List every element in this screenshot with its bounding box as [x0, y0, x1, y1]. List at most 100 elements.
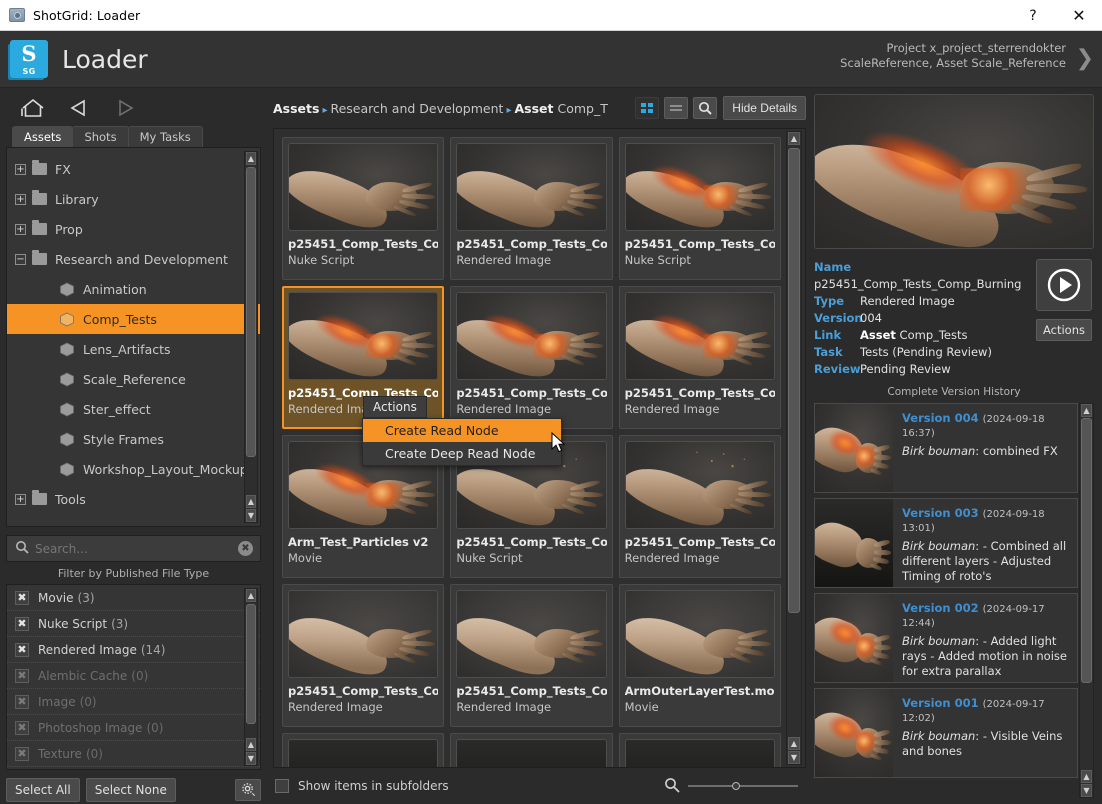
tab-shots[interactable]: Shots: [72, 126, 129, 147]
tree-expander-icon[interactable]: +: [15, 493, 26, 505]
help-button[interactable]: ?: [1010, 0, 1056, 31]
list-view-icon[interactable]: [664, 97, 689, 119]
context-chevron-right-icon[interactable]: ❯: [1076, 48, 1094, 70]
card-artwork: [625, 144, 774, 230]
detail-field-task: Task Tests (Pending Review): [814, 344, 1032, 361]
filter-checkbox[interactable]: ✖: [15, 642, 29, 657]
filter-scroll-down-icon[interactable]: ▼: [246, 752, 256, 765]
show-subfolders-checkbox[interactable]: [275, 779, 289, 793]
slider-track[interactable]: [688, 782, 798, 790]
gear-icon[interactable]: [235, 778, 261, 801]
filter-row[interactable]: ✖ Rendered Image (14): [7, 637, 260, 663]
filter-scroll-thumb[interactable]: [246, 604, 256, 724]
tree-expander-icon[interactable]: +: [15, 163, 26, 175]
filter-row[interactable]: ✖ Texture (0): [7, 741, 260, 767]
project-context-line1: Project x_project_sterrendokter: [886, 41, 1066, 55]
grid-card[interactable]: ArmOuterLayerTest.mo Movie: [618, 584, 781, 727]
filter-row[interactable]: ✖ Movie (3): [7, 585, 260, 611]
grid-card[interactable]: p25451_Comp_Tests_Con Rendered Image: [450, 286, 613, 429]
menu-item-create-read-node[interactable]: Create Read Node: [363, 419, 561, 442]
grid-search-icon[interactable]: [693, 97, 718, 119]
filter-checkbox[interactable]: ✖: [15, 720, 29, 735]
close-button[interactable]: ✕: [1056, 0, 1102, 31]
thumbnail-size-slider[interactable]: [664, 777, 812, 796]
version-history-item[interactable]: Version 004 (2024-09-18 16:37) Birk bouman…: [814, 403, 1078, 493]
tree-scroll-down-icon[interactable]: ▼: [246, 509, 256, 522]
select-none-button[interactable]: Select None: [85, 777, 176, 802]
grid-card-partial[interactable]: [618, 733, 781, 767]
clear-search-icon[interactable]: ✖: [238, 541, 253, 556]
grid-scrollbar[interactable]: ▲ ▲ ▼: [786, 131, 802, 765]
filter-checkbox[interactable]: ✖: [15, 668, 29, 683]
tree-item-comp-tests[interactable]: Comp_Tests: [7, 304, 260, 334]
filter-row[interactable]: ✖ Nuke Script (3): [7, 611, 260, 637]
filter-checkbox[interactable]: ✖: [15, 694, 29, 709]
filter-checkbox[interactable]: ✖: [15, 746, 29, 761]
hide-details-button[interactable]: Hide Details: [723, 96, 806, 120]
filter-scrollbar[interactable]: ▲ ▲ ▼: [244, 588, 258, 766]
play-icon[interactable]: [1036, 259, 1092, 311]
grid-view-icon[interactable]: [635, 97, 660, 119]
tree-expander-spacer: [42, 314, 53, 325]
version-history-item[interactable]: Version 003 (2024-09-18 13:01) Birk bouman…: [814, 498, 1078, 588]
grid-scroll-down-arrow-icon[interactable]: ▲: [788, 737, 800, 750]
grid-scroll-down-icon[interactable]: ▼: [788, 751, 800, 764]
version-history-item[interactable]: Version 002 (2024-09-17 12:44) Birk bouman…: [814, 593, 1078, 683]
tree-item-prop[interactable]: + Prop: [7, 214, 260, 244]
history-scroll-thumb[interactable]: [1081, 418, 1092, 683]
search-box[interactable]: ✖: [6, 535, 261, 562]
tree-item-research-and-development[interactable]: − Research and Development: [7, 244, 260, 274]
grid-card-partial[interactable]: [450, 733, 613, 767]
slider-knob[interactable]: [732, 782, 740, 790]
back-arrow-icon[interactable]: [64, 94, 94, 122]
filter-row[interactable]: ✖ Alembic Cache (0): [7, 663, 260, 689]
tab-assets[interactable]: Assets: [12, 126, 74, 147]
filter-scroll-down-arrow-icon[interactable]: ▲: [246, 738, 256, 751]
history-scroll-up-icon[interactable]: ▲: [1081, 404, 1092, 417]
breadcrumb-root[interactable]: Assets: [273, 101, 319, 116]
tree-expander-icon[interactable]: +: [15, 223, 26, 235]
tree-item-tools[interactable]: + Tools: [7, 484, 260, 514]
tree-item-animation[interactable]: Animation: [7, 274, 260, 304]
tree-scrollbar[interactable]: ▲ ▲ ▼: [244, 151, 258, 523]
tree-item-library[interactable]: + Library: [7, 184, 260, 214]
actions-button[interactable]: Actions: [1036, 319, 1092, 341]
grid-scroll-up-icon[interactable]: ▲: [788, 132, 800, 145]
filter-checkbox[interactable]: ✖: [15, 590, 29, 605]
history-scroll-down-icon[interactable]: ▼: [1081, 784, 1092, 797]
tree-expander-icon[interactable]: −: [15, 253, 26, 265]
filter-checkbox[interactable]: ✖: [15, 616, 29, 631]
history-scroll-down-arrow-icon[interactable]: ▲: [1081, 770, 1092, 783]
home-icon[interactable]: [18, 94, 48, 122]
tree-scroll-up-icon[interactable]: ▲: [246, 152, 256, 165]
tree-item-workshop-layout-mockup[interactable]: Workshop_Layout_Mockup: [7, 454, 260, 484]
tree-expander-icon[interactable]: +: [15, 193, 26, 205]
tree-item-lens-artifacts[interactable]: Lens_Artifacts: [7, 334, 260, 364]
tree-item-fx[interactable]: + FX: [7, 154, 260, 184]
tree-scroll-thumb[interactable]: [246, 167, 256, 457]
grid-scroll-thumb[interactable]: [788, 148, 800, 613]
grid-card[interactable]: p25451_Comp_Tests_Con Nuke Script: [282, 137, 445, 280]
search-input[interactable]: [35, 541, 238, 556]
filter-row[interactable]: ✖ Photoshop Image (0): [7, 715, 260, 741]
menu-item-create-deep-read-node[interactable]: Create Deep Read Node: [363, 442, 561, 465]
card-artwork: [815, 689, 893, 777]
tree-item-style-frames[interactable]: Style Frames: [7, 424, 260, 454]
tree-item-ster-effect[interactable]: Ster_effect: [7, 394, 260, 424]
filter-scroll-up-icon[interactable]: ▲: [246, 589, 256, 602]
grid-card[interactable]: p25451_Comp_Tests_Con Rendered Image: [450, 584, 613, 727]
breadcrumb-mid[interactable]: Research and Development: [330, 101, 503, 116]
grid-card[interactable]: p25451_Comp_Tests_Con Rendered Image: [450, 137, 613, 280]
tree-scroll-down-arrow-icon[interactable]: ▲: [246, 495, 256, 508]
grid-card-partial[interactable]: [282, 733, 445, 767]
tree-item-scale-reference[interactable]: Scale_Reference: [7, 364, 260, 394]
history-scrollbar[interactable]: ▲ ▲ ▼: [1079, 403, 1094, 798]
tab-my-tasks[interactable]: My Tasks: [127, 126, 203, 147]
grid-card[interactable]: p25451_Comp_Tests_Con Rendered Image: [618, 286, 781, 429]
grid-card[interactable]: p25451_Comp_Tests_Con Nuke Script: [618, 137, 781, 280]
version-history-item[interactable]: Version 001 (2024-09-17 12:02) Birk bouman…: [814, 688, 1078, 778]
filter-row[interactable]: ✖ Image (0): [7, 689, 260, 715]
grid-card[interactable]: p25451_Comp_Tests_Con Rendered Image: [618, 435, 781, 578]
select-all-button[interactable]: Select All: [6, 777, 80, 802]
grid-card[interactable]: p25451_Comp_Tests_Con Rendered Image: [282, 584, 445, 727]
